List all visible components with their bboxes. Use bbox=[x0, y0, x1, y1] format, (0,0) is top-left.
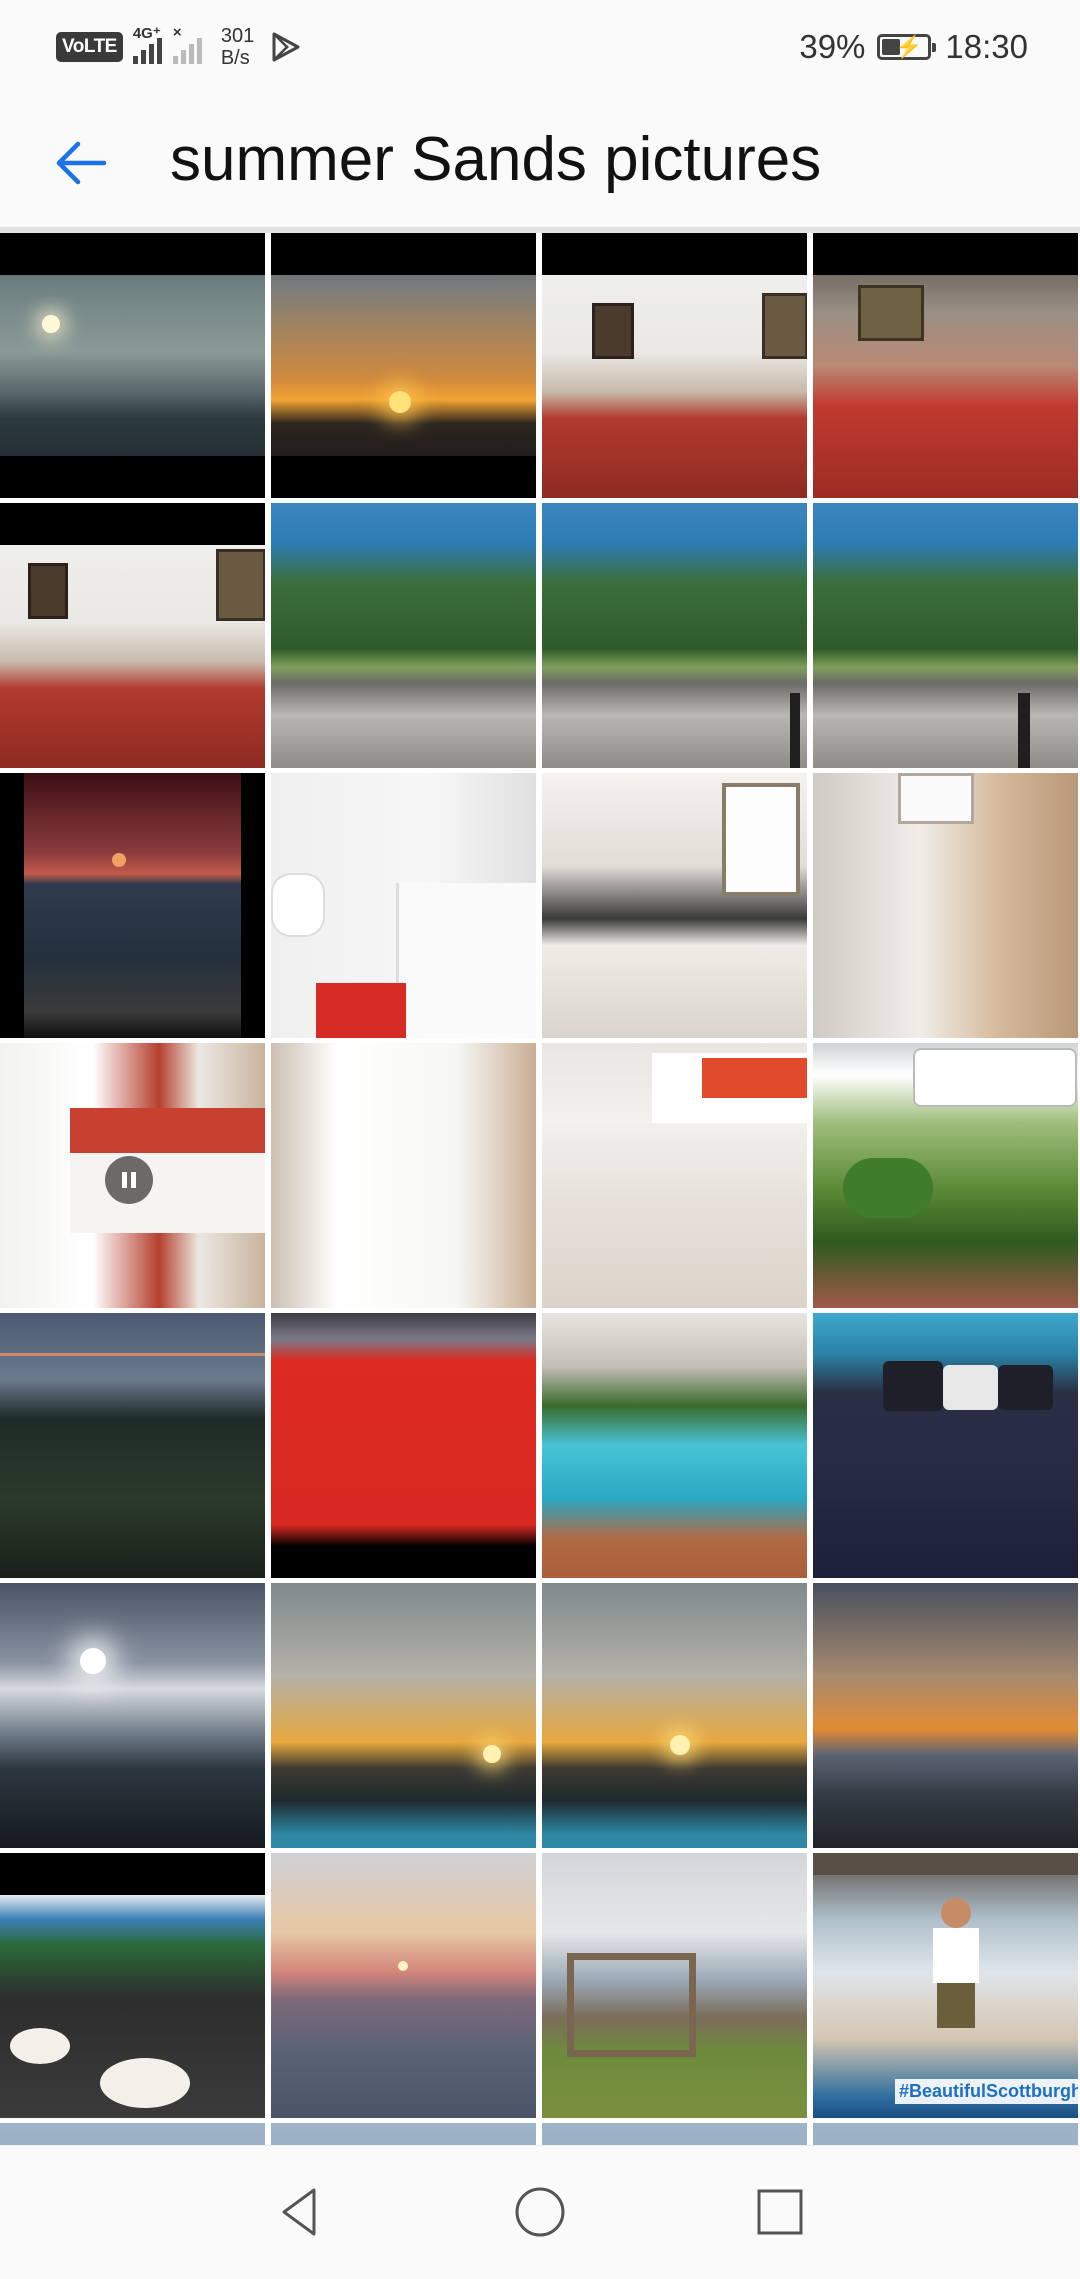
arrow-left-icon bbox=[56, 141, 107, 185]
battery-icon: ⚡ bbox=[877, 34, 937, 60]
photo-orange-sunset[interactable] bbox=[271, 233, 536, 498]
photo-yard-bakkie[interactable] bbox=[813, 1043, 1078, 1308]
circle-home-icon bbox=[515, 2187, 565, 2237]
photo-partial-1[interactable] bbox=[0, 2123, 265, 2145]
status-right: 39% ⚡ 18:30 bbox=[799, 22, 1028, 72]
mobile-signal-icon: 4G⁺ bbox=[132, 25, 165, 64]
mobile-signal-2-icon: × bbox=[172, 24, 205, 64]
photo-sea-view-railing[interactable] bbox=[813, 503, 1078, 768]
triangle-back-icon bbox=[282, 2188, 316, 2236]
photo-tiled-bedroom[interactable] bbox=[542, 1043, 807, 1308]
photo-sea-view-road[interactable] bbox=[271, 503, 536, 768]
photo-partial-3[interactable] bbox=[542, 2123, 807, 2145]
photo-sunset-pool-2[interactable] bbox=[542, 1583, 807, 1848]
photo-pink-sunset-sea[interactable] bbox=[271, 1853, 536, 2118]
photo-door[interactable] bbox=[271, 1043, 536, 1308]
photo-swimming-pool[interactable] bbox=[542, 1313, 807, 1578]
photo-bedroom-video[interactable] bbox=[0, 1043, 265, 1308]
nav-home-button[interactable] bbox=[510, 2182, 570, 2242]
navigation-bar bbox=[0, 2145, 1080, 2279]
app-bar: summer Sands pictures bbox=[0, 92, 1080, 227]
photo-sunset-beach[interactable] bbox=[813, 1583, 1078, 1848]
photo-dinner-table[interactable] bbox=[0, 1853, 265, 2118]
speed-value: 301 bbox=[220, 25, 255, 47]
photo-red-moonrise[interactable] bbox=[0, 773, 265, 1038]
photo-sea-view-balcony[interactable] bbox=[542, 503, 807, 768]
status-bar: VoLTE 4G⁺ × 301 B/s 39% ⚡ 18:30 bbox=[0, 0, 1080, 92]
nav-back-button[interactable] bbox=[270, 2182, 330, 2242]
photo-bathroom[interactable] bbox=[271, 773, 536, 1038]
photo-living-room-2[interactable] bbox=[0, 503, 265, 768]
photo-red-bedspread[interactable] bbox=[271, 1313, 536, 1578]
photo-bedroom-red-cover[interactable] bbox=[813, 233, 1078, 498]
photo-partial-4[interactable] bbox=[813, 2123, 1078, 2145]
photo-hallway[interactable] bbox=[813, 773, 1078, 1038]
play-store-icon bbox=[272, 32, 300, 62]
page-title: summer Sands pictures bbox=[170, 125, 822, 194]
photo-balcony-sea-dusk[interactable] bbox=[0, 1313, 265, 1578]
battery-percent: 39% bbox=[799, 28, 866, 65]
photo-sunset-pool[interactable] bbox=[271, 1583, 536, 1848]
photo-blue-headboard-bed[interactable] bbox=[813, 1313, 1078, 1578]
speed-unit: B/s bbox=[220, 47, 250, 69]
photo-wooden-frame[interactable] bbox=[542, 1853, 807, 2118]
photo-living-room[interactable] bbox=[542, 233, 807, 498]
clock: 18:30 bbox=[945, 28, 1028, 65]
volte-badge: VoLTE bbox=[56, 32, 123, 62]
photo-partial-2[interactable] bbox=[271, 2123, 536, 2145]
back-button[interactable] bbox=[46, 128, 116, 198]
status-left: VoLTE 4G⁺ × 301 B/s bbox=[56, 22, 302, 72]
photo-moon-over-sea[interactable] bbox=[0, 233, 265, 498]
photo-sun-over-rocks[interactable] bbox=[0, 1583, 265, 1848]
charging-bolt-icon: ⚡ bbox=[895, 34, 923, 59]
photo-grid[interactable]: #BeautifulScottburgh bbox=[0, 233, 1080, 2145]
pause-icon[interactable] bbox=[105, 1156, 153, 1204]
network-speed: 301 B/s bbox=[221, 25, 254, 69]
photo-kitchen-sink[interactable] bbox=[542, 773, 807, 1038]
square-recents-icon bbox=[757, 2189, 803, 2235]
nav-recents-button[interactable] bbox=[750, 2182, 810, 2242]
network-type: 4G⁺ bbox=[132, 25, 161, 42]
photo-beautiful-scottburgh[interactable]: #BeautifulScottburgh bbox=[813, 1853, 1078, 2118]
photo-hashtag-overlay: #BeautifulScottburgh bbox=[895, 2079, 1078, 2104]
